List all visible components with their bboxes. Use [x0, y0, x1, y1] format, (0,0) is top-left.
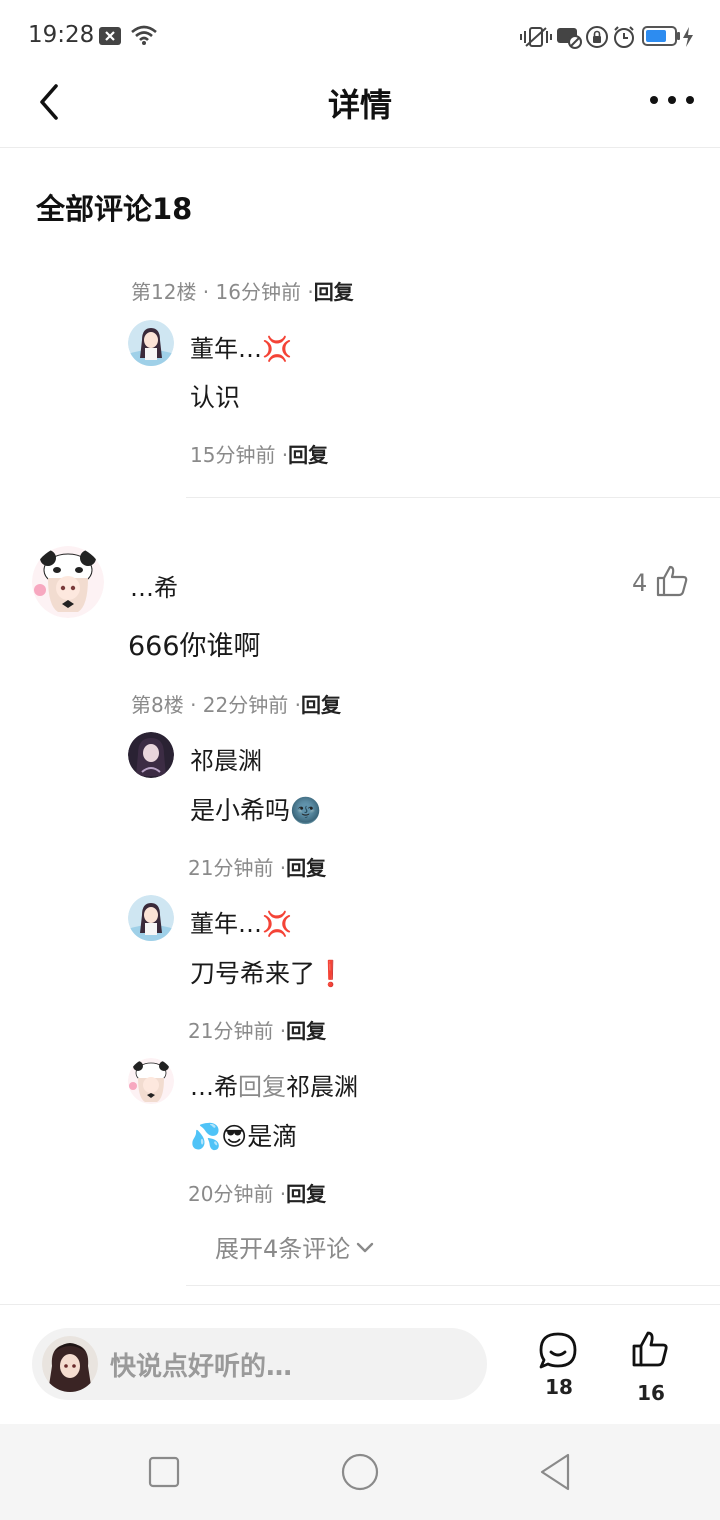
lock-rotation-icon	[585, 25, 609, 53]
nav-divider	[0, 147, 720, 148]
avatar[interactable]	[128, 895, 174, 941]
reply-time: 15分钟前 ·回复	[190, 439, 328, 468]
thread-divider	[186, 1285, 720, 1286]
avatar[interactable]	[32, 546, 104, 618]
more-options-button[interactable]	[650, 90, 694, 110]
reply-content: 💦😎是滴	[190, 1122, 298, 1151]
reply-link[interactable]: 回复	[314, 280, 354, 304]
triangle-back-icon	[540, 1453, 570, 1491]
expand-replies-label: 展开4条评论	[215, 1235, 351, 1263]
comment-content: 666你谁啊	[128, 631, 261, 662]
thread-meta: 第8楼 · 22分钟前 ·回复	[131, 689, 341, 718]
reply-link[interactable]: 回复	[286, 1019, 326, 1043]
reply-link[interactable]: 回复	[286, 1182, 326, 1206]
status-time: 19:28	[28, 22, 95, 48]
square-icon	[148, 1456, 180, 1488]
floor-time-text: 第12楼 · 16分钟前 ·	[131, 280, 314, 304]
thread-meta: 第12楼 · 16分钟前 ·回复	[131, 276, 354, 305]
close-box-icon	[98, 26, 122, 50]
like-total: 16	[637, 1381, 665, 1405]
reply-username: …希回复祁晨渊	[190, 1067, 358, 1102]
thumbs-up-icon[interactable]	[655, 564, 689, 602]
wifi-icon	[130, 24, 158, 50]
alarm-icon	[612, 25, 636, 53]
reply-to-word: 回复	[238, 1073, 286, 1101]
message-off-icon	[556, 25, 582, 53]
charging-icon	[682, 27, 694, 51]
floor-time-text: 第8楼 · 22分钟前 ·	[131, 693, 301, 717]
avatar[interactable]	[128, 320, 174, 366]
reply-link[interactable]: 回复	[288, 443, 328, 467]
chevron-down-icon	[357, 1242, 374, 1252]
reply-content: 认识	[190, 383, 241, 412]
reply-time: 21分钟前 ·回复	[188, 1015, 326, 1044]
reply-link[interactable]: 回复	[301, 693, 341, 717]
reply-time: 20分钟前 ·回复	[188, 1178, 326, 1207]
thumbs-up-icon[interactable]	[631, 1330, 669, 1372]
reply-username[interactable]: 董年…💢	[190, 904, 292, 939]
recents-button[interactable]	[148, 1456, 180, 1492]
system-back-button[interactable]	[538, 1452, 574, 1496]
dot-icon	[650, 96, 658, 104]
dot-icon	[668, 96, 676, 104]
reply-content: 刀号希来了❗	[190, 959, 347, 988]
reply-link[interactable]: 回复	[286, 856, 326, 880]
reply-username[interactable]: 董年…💢	[190, 329, 292, 364]
comment-username[interactable]: …希	[130, 568, 178, 603]
reply-time-text: 20分钟前 ·	[188, 1182, 287, 1206]
reply-time-text: 21分钟前 ·	[188, 1019, 287, 1043]
reply-time-text: 15分钟前 ·	[190, 443, 289, 467]
reply-username[interactable]: 祁晨渊	[190, 741, 262, 776]
expand-replies-button[interactable]: 展开4条评论	[215, 1229, 376, 1264]
comment-input-placeholder: 快说点好听的…	[110, 1352, 293, 1382]
reply-time: 21分钟前 ·回复	[188, 852, 326, 881]
reply-content: 是小希吗🌚	[190, 796, 322, 825]
bottom-bar-divider	[0, 1304, 720, 1305]
thread-divider	[186, 497, 720, 498]
comment-count: 18	[545, 1375, 573, 1399]
page-title: 详情	[327, 86, 392, 124]
reply-target-username[interactable]: 祁晨渊	[286, 1073, 358, 1101]
dot-icon	[686, 96, 694, 104]
battery-icon	[642, 25, 680, 51]
comments-section-title: 全部评论18	[36, 192, 193, 226]
circle-icon	[341, 1453, 379, 1491]
avatar[interactable]	[128, 1058, 174, 1104]
user-avatar[interactable]	[42, 1336, 98, 1392]
vibrate-icon	[520, 25, 552, 53]
avatar[interactable]	[128, 732, 174, 778]
like-count: 4	[632, 569, 648, 597]
comment-bubble-icon[interactable]	[538, 1331, 578, 1375]
home-button[interactable]	[340, 1452, 380, 1496]
reply-time-text: 21分钟前 ·	[188, 856, 287, 880]
reply-username-text[interactable]: …希	[190, 1073, 238, 1101]
